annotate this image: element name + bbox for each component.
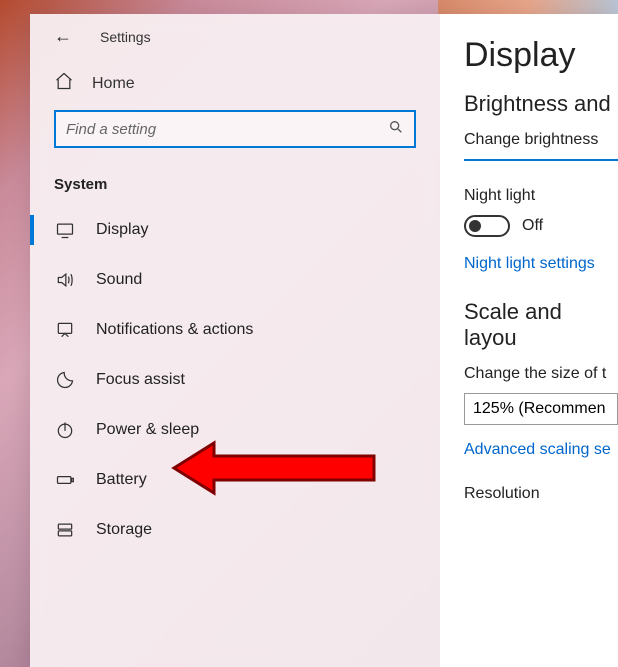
back-icon[interactable]: ← bbox=[54, 26, 72, 47]
home-label: Home bbox=[92, 75, 135, 93]
scale-dropdown[interactable]: 125% (Recommen bbox=[464, 393, 618, 425]
page-title: Display bbox=[464, 36, 618, 75]
toggle-state-label: Off bbox=[522, 217, 543, 235]
content-pane: Display Brightness and Change brightness… bbox=[440, 14, 618, 667]
display-icon bbox=[54, 219, 76, 241]
sidebar-item-label: Storage bbox=[96, 521, 152, 539]
resolution-label: Resolution bbox=[464, 485, 618, 503]
sidebar-item-label: Sound bbox=[96, 271, 142, 289]
search-icon bbox=[388, 119, 404, 139]
sidebar-item-sound[interactable]: Sound bbox=[30, 255, 440, 305]
window-title: Settings bbox=[100, 29, 151, 45]
sidebar-item-focus-assist[interactable]: Focus assist bbox=[30, 355, 440, 405]
sidebar-item-label: Display bbox=[96, 221, 148, 239]
section-title: System bbox=[30, 172, 440, 205]
sidebar-item-power[interactable]: Power & sleep bbox=[30, 405, 440, 455]
sidebar: ← Settings Home System Display bbox=[30, 14, 440, 667]
night-light-label: Night light bbox=[464, 187, 618, 205]
advanced-scaling-link[interactable]: Advanced scaling se bbox=[464, 441, 618, 459]
brightness-slider[interactable] bbox=[464, 159, 618, 161]
home-nav-item[interactable]: Home bbox=[30, 55, 440, 110]
search-input[interactable] bbox=[66, 121, 388, 138]
night-light-toggle[interactable] bbox=[464, 215, 510, 237]
sidebar-item-battery[interactable]: Battery bbox=[30, 455, 440, 505]
night-light-toggle-row: Off bbox=[464, 215, 618, 237]
sidebar-item-label: Battery bbox=[96, 471, 147, 489]
search-box[interactable] bbox=[54, 110, 416, 148]
home-icon bbox=[54, 71, 74, 96]
sidebar-item-notifications[interactable]: Notifications & actions bbox=[30, 305, 440, 355]
sidebar-item-label: Notifications & actions bbox=[96, 321, 253, 339]
sound-icon bbox=[54, 269, 76, 291]
moon-icon bbox=[54, 369, 76, 391]
power-icon bbox=[54, 419, 76, 441]
settings-window: ← Settings Home System Display bbox=[30, 14, 618, 667]
window-header: ← Settings bbox=[30, 14, 440, 55]
scale-heading: Scale and layou bbox=[464, 299, 618, 351]
sidebar-item-label: Power & sleep bbox=[96, 421, 199, 439]
brightness-heading: Brightness and bbox=[464, 91, 618, 117]
sidebar-item-storage[interactable]: Storage bbox=[30, 505, 440, 555]
storage-icon bbox=[54, 519, 76, 541]
notifications-icon bbox=[54, 319, 76, 341]
night-light-settings-link[interactable]: Night light settings bbox=[464, 255, 618, 273]
sidebar-item-display[interactable]: Display bbox=[30, 205, 440, 255]
battery-icon bbox=[54, 469, 76, 491]
change-size-label: Change the size of t bbox=[464, 365, 618, 383]
change-brightness-label: Change brightness bbox=[464, 131, 618, 149]
sidebar-item-label: Focus assist bbox=[96, 371, 185, 389]
